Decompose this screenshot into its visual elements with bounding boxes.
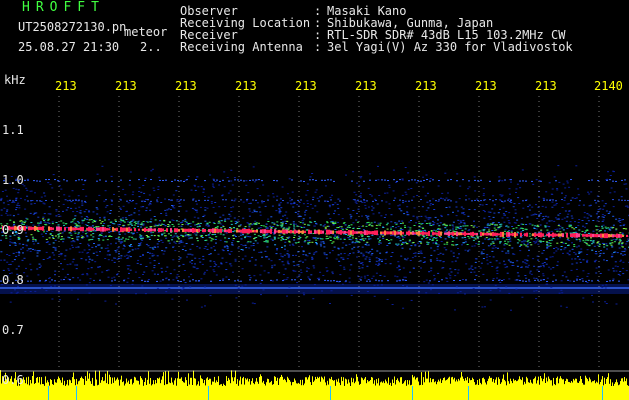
echo-count: 2..	[140, 40, 162, 54]
app-brand: HROFFT	[22, 0, 105, 15]
time-tick-label: 2140	[594, 79, 623, 93]
info-value-antenna: 3el Yagi(V) Az 330 for Vladivostok	[327, 40, 573, 54]
frequency-tick-label: 1.1	[2, 123, 24, 137]
time-tick-label: 213	[295, 79, 317, 93]
frequency-tick-label: 0.8	[2, 273, 24, 287]
time-tick-label: 213	[535, 79, 557, 93]
observation-datetime: 25.08.27 21:30	[18, 40, 120, 54]
power-strip	[0, 370, 629, 400]
file-name: UT2508272130.pn	[18, 20, 127, 34]
frequency-tick-label: 0.6	[2, 373, 24, 387]
frequency-tick-label: 0.9	[2, 223, 24, 237]
mode-label: meteor	[124, 25, 168, 39]
time-tick-label: 213	[235, 79, 257, 93]
info-separator: :	[314, 40, 322, 54]
frequency-tick-label: 1.0	[2, 173, 24, 187]
spectrogram-plot	[0, 96, 629, 400]
frequency-unit-label: kHz	[4, 73, 26, 87]
noise-field	[0, 165, 629, 311]
time-tick-label: 213	[55, 79, 77, 93]
info-label-antenna: Receiving Antenna	[180, 40, 303, 54]
time-tick-label: 213	[415, 79, 437, 93]
time-tick-label: 213	[475, 79, 497, 93]
time-tick-label: 213	[355, 79, 377, 93]
time-tick-label: 213	[175, 79, 197, 93]
time-tick-label: 213	[115, 79, 137, 93]
frequency-tick-label: 0.7	[2, 323, 24, 337]
